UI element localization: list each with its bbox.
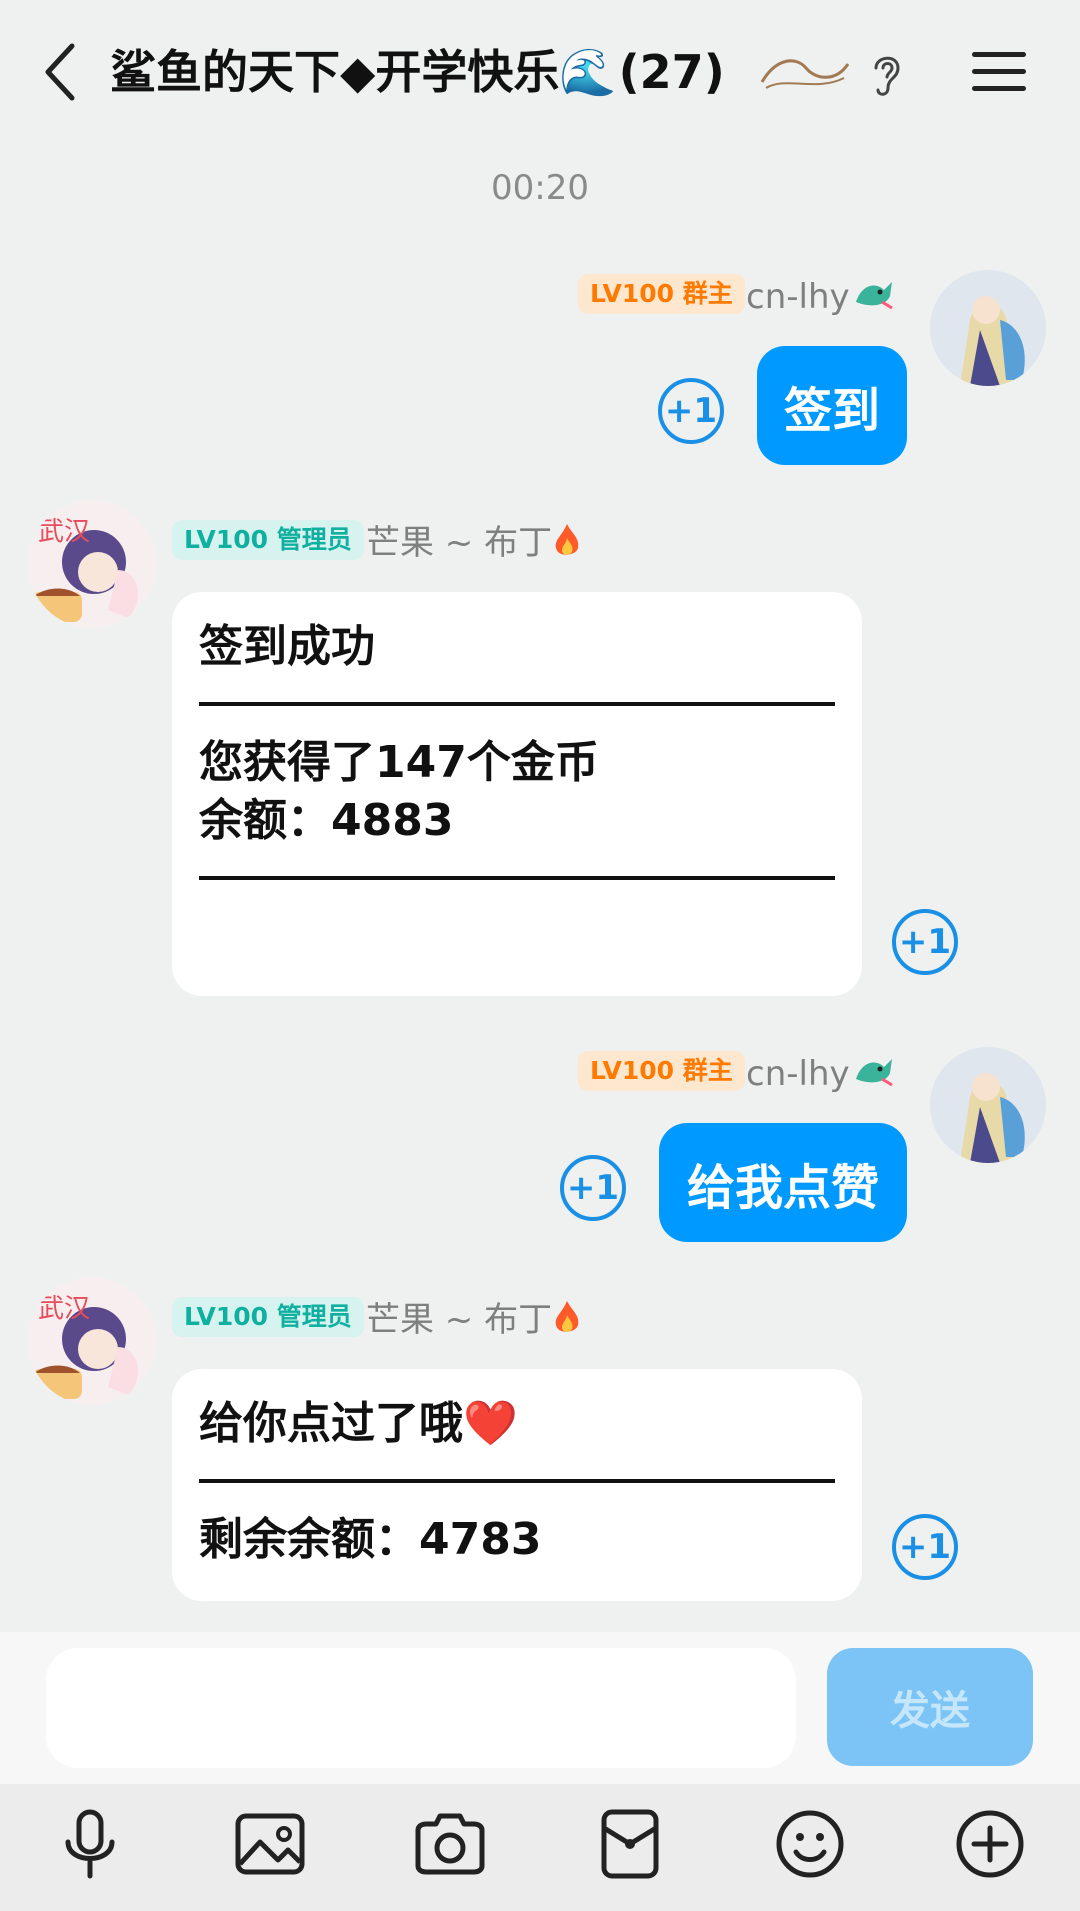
user-avatar-mango[interactable]: 武汉: [28, 1277, 156, 1405]
admin-badge: LV100 管理员: [172, 1297, 364, 1337]
ear-icon[interactable]: [868, 50, 904, 98]
message-input[interactable]: [46, 1648, 796, 1768]
fire-icon: [555, 524, 579, 555]
owner-badge: LV100 群主: [578, 1051, 745, 1091]
svg-text:武汉: 武汉: [38, 517, 90, 547]
plus-one-button[interactable]: +1: [892, 909, 958, 975]
message-card[interactable]: 给你点过了哦❤️ 剩余余额：4783: [172, 1369, 862, 1601]
plus-one-button[interactable]: +1: [560, 1155, 626, 1221]
red-packet-icon[interactable]: [590, 1804, 670, 1884]
sender-name[interactable]: 芒果 ~ 布丁: [366, 1300, 552, 1340]
sender-name[interactable]: 芒果 ~ 布丁: [366, 523, 552, 563]
sender-name[interactable]: cn-lhy: [746, 277, 850, 317]
dragon-icon: [856, 1059, 893, 1087]
sender-name[interactable]: cn-lhy: [746, 1054, 850, 1094]
divider: [199, 1479, 835, 1483]
brand-logo-icon: [760, 59, 850, 89]
divider: [199, 876, 835, 880]
image-icon[interactable]: [230, 1804, 310, 1884]
menu-icon[interactable]: [970, 48, 1028, 96]
back-arrow-icon[interactable]: [40, 40, 80, 104]
group-title[interactable]: 鲨鱼的天下◆开学快乐🌊(27): [110, 40, 725, 104]
user-avatar-cn-lhy[interactable]: [930, 270, 1046, 386]
chat-header: 鲨鱼的天下◆开学快乐🌊(27): [0, 0, 1080, 150]
message-text: 签到成功: [199, 621, 375, 672]
owner-badge: LV100 群主: [578, 274, 745, 314]
user-avatar-mango[interactable]: 武汉: [28, 500, 156, 628]
input-toolbar: [0, 1784, 1080, 1911]
send-button[interactable]: 发送: [827, 1648, 1033, 1766]
divider: [199, 702, 835, 706]
message-text: 您获得了147个金币: [199, 737, 599, 788]
plus-one-button[interactable]: +1: [658, 378, 724, 444]
dragon-icon: [856, 282, 893, 310]
admin-badge: LV100 管理员: [172, 520, 364, 560]
message-text: 给你点过了哦❤️: [199, 1398, 518, 1449]
plus-icon[interactable]: [950, 1804, 1030, 1884]
member-count: (27): [618, 45, 725, 99]
message-bubble[interactable]: 给我点赞: [659, 1123, 907, 1242]
plus-one-button[interactable]: +1: [892, 1514, 958, 1580]
user-avatar-cn-lhy[interactable]: [930, 1047, 1046, 1163]
message-text: 余额：4883: [199, 795, 454, 846]
svg-text:武汉: 武汉: [38, 1294, 90, 1324]
group-name: 鲨鱼的天下◆开学快乐🌊: [110, 45, 617, 99]
message-timestamp: 00:20: [491, 168, 589, 208]
message-bubble[interactable]: 签到: [757, 346, 907, 465]
fire-icon: [555, 1301, 579, 1332]
message-text: 剩余余额：4783: [199, 1514, 542, 1565]
microphone-icon[interactable]: [50, 1804, 130, 1884]
message-card[interactable]: 签到成功 您获得了147个金币 余额：4883: [172, 592, 862, 996]
emoji-icon[interactable]: [770, 1804, 850, 1884]
camera-icon[interactable]: [410, 1804, 490, 1884]
